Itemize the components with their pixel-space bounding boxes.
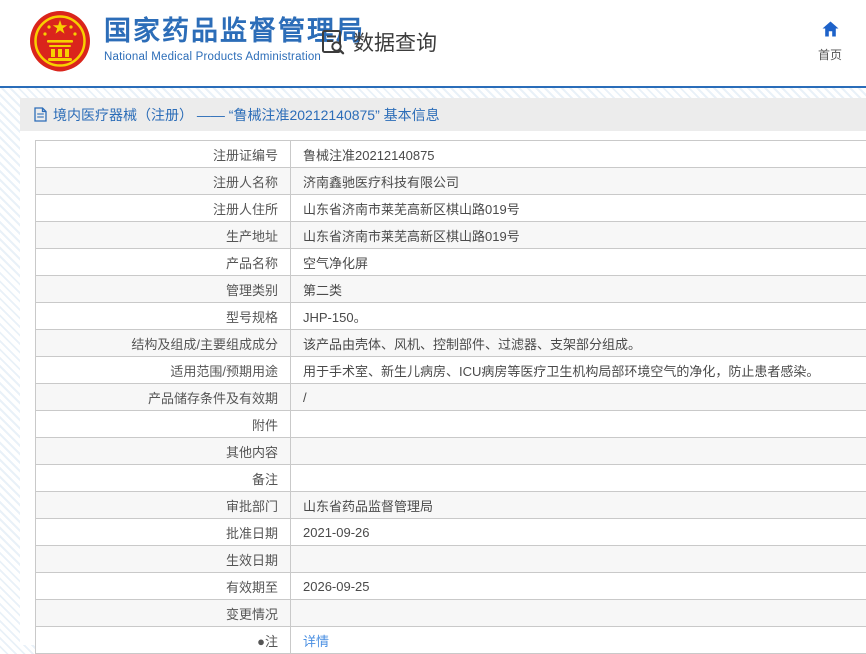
row-value: 第二类: [291, 276, 866, 302]
row-label: 生产地址: [36, 222, 291, 248]
row-label: 变更情况: [36, 600, 291, 626]
row-label: 型号规格: [36, 303, 291, 329]
nav-home[interactable]: 首页: [808, 21, 852, 63]
table-row: 管理类别第二类: [36, 276, 866, 303]
row-label: 其他内容: [36, 438, 291, 464]
table-row: 审批部门山东省药品监督管理局: [36, 492, 866, 519]
row-value: 山东省药品监督管理局: [291, 492, 866, 518]
row-value: [291, 465, 866, 491]
row-label: 适用范围/预期用途: [36, 357, 291, 383]
row-label: 产品名称: [36, 249, 291, 275]
row-label: 注册人名称: [36, 168, 291, 194]
table-row: 结构及组成/主要组成成分该产品由壳体、风机、控制部件、过滤器、支架部分组成。: [36, 330, 866, 357]
nav-data-query[interactable]: 数据查询: [320, 27, 437, 57]
row-value: 2021-09-26: [291, 519, 866, 545]
row-value: 详情: [291, 627, 866, 653]
nav-data-query-label: 数据查询: [353, 27, 437, 57]
row-value: JHP-150。: [291, 303, 866, 329]
row-label: 管理类别: [36, 276, 291, 302]
table-row: ●注详情: [36, 627, 866, 654]
table-row: 注册人名称济南鑫驰医疗科技有限公司: [36, 168, 866, 195]
national-emblem-logo[interactable]: [28, 10, 92, 76]
home-icon: [822, 21, 839, 37]
info-table: 注册证编号鲁械注准20212140875注册人名称济南鑫驰医疗科技有限公司注册人…: [35, 140, 866, 654]
row-label: ●注: [36, 627, 291, 653]
row-value: 该产品由壳体、风机、控制部件、过滤器、支架部分组成。: [291, 330, 866, 356]
row-label: 附件: [36, 411, 291, 437]
table-row: 生效日期: [36, 546, 866, 573]
table-row: 变更情况: [36, 600, 866, 627]
row-label: 产品储存条件及有效期: [36, 384, 291, 410]
row-value: 用于手术室、新生儿病房、ICU病房等医疗卫生机构局部环境空气的净化，防止患者感染…: [291, 357, 866, 383]
table-row: 产品名称空气净化屏: [36, 249, 866, 276]
row-value: [291, 600, 866, 626]
nav-home-label: 首页: [808, 46, 852, 63]
row-value: 空气净化屏: [291, 249, 866, 275]
row-label: 结构及组成/主要组成成分: [36, 330, 291, 356]
row-value: [291, 546, 866, 572]
table-row: 其他内容: [36, 438, 866, 465]
row-value: 山东省济南市莱芜高新区棋山路019号: [291, 222, 866, 248]
row-value: 鲁械注准20212140875: [291, 141, 866, 167]
row-value: 济南鑫驰医疗科技有限公司: [291, 168, 866, 194]
main-content: 境内医疗器械（注册） —— “鲁械注准20212140875” 基本信息 注册证…: [20, 98, 866, 645]
emblem-icon: [28, 10, 92, 76]
site-header: 国家药品监督管理局 National Medical Products Admi…: [0, 0, 866, 88]
row-label: 审批部门: [36, 492, 291, 518]
row-value: [291, 438, 866, 464]
document-icon: [34, 107, 47, 122]
row-label: 备注: [36, 465, 291, 491]
table-row: 产品储存条件及有效期/: [36, 384, 866, 411]
row-label: 生效日期: [36, 546, 291, 572]
table-row: 附件: [36, 411, 866, 438]
table-row: 备注: [36, 465, 866, 492]
table-row: 适用范围/预期用途用于手术室、新生儿病房、ICU病房等医疗卫生机构局部环境空气的…: [36, 357, 866, 384]
table-row: 批准日期2021-09-26: [36, 519, 866, 546]
table-row: 注册人住所山东省济南市莱芜高新区棋山路019号: [36, 195, 866, 222]
row-value: /: [291, 384, 866, 410]
row-label: 批准日期: [36, 519, 291, 545]
row-label: 有效期至: [36, 573, 291, 599]
table-row: 生产地址山东省济南市莱芜高新区棋山路019号: [36, 222, 866, 249]
table-row: 有效期至2026-09-25: [36, 573, 866, 600]
data-query-icon: [320, 29, 346, 55]
row-label: 注册证编号: [36, 141, 291, 167]
detail-link[interactable]: 详情: [303, 631, 329, 650]
row-value: [291, 411, 866, 437]
row-value: 山东省济南市莱芜高新区棋山路019号: [291, 195, 866, 221]
row-value: 2026-09-25: [291, 573, 866, 599]
table-row: 型号规格JHP-150。: [36, 303, 866, 330]
table-row: 注册证编号鲁械注准20212140875: [36, 141, 866, 168]
page-title: 境内医疗器械（注册） —— “鲁械注准20212140875” 基本信息: [53, 105, 440, 125]
row-label: 注册人住所: [36, 195, 291, 221]
page-title-bar: 境内医疗器械（注册） —— “鲁械注准20212140875” 基本信息: [20, 98, 866, 131]
